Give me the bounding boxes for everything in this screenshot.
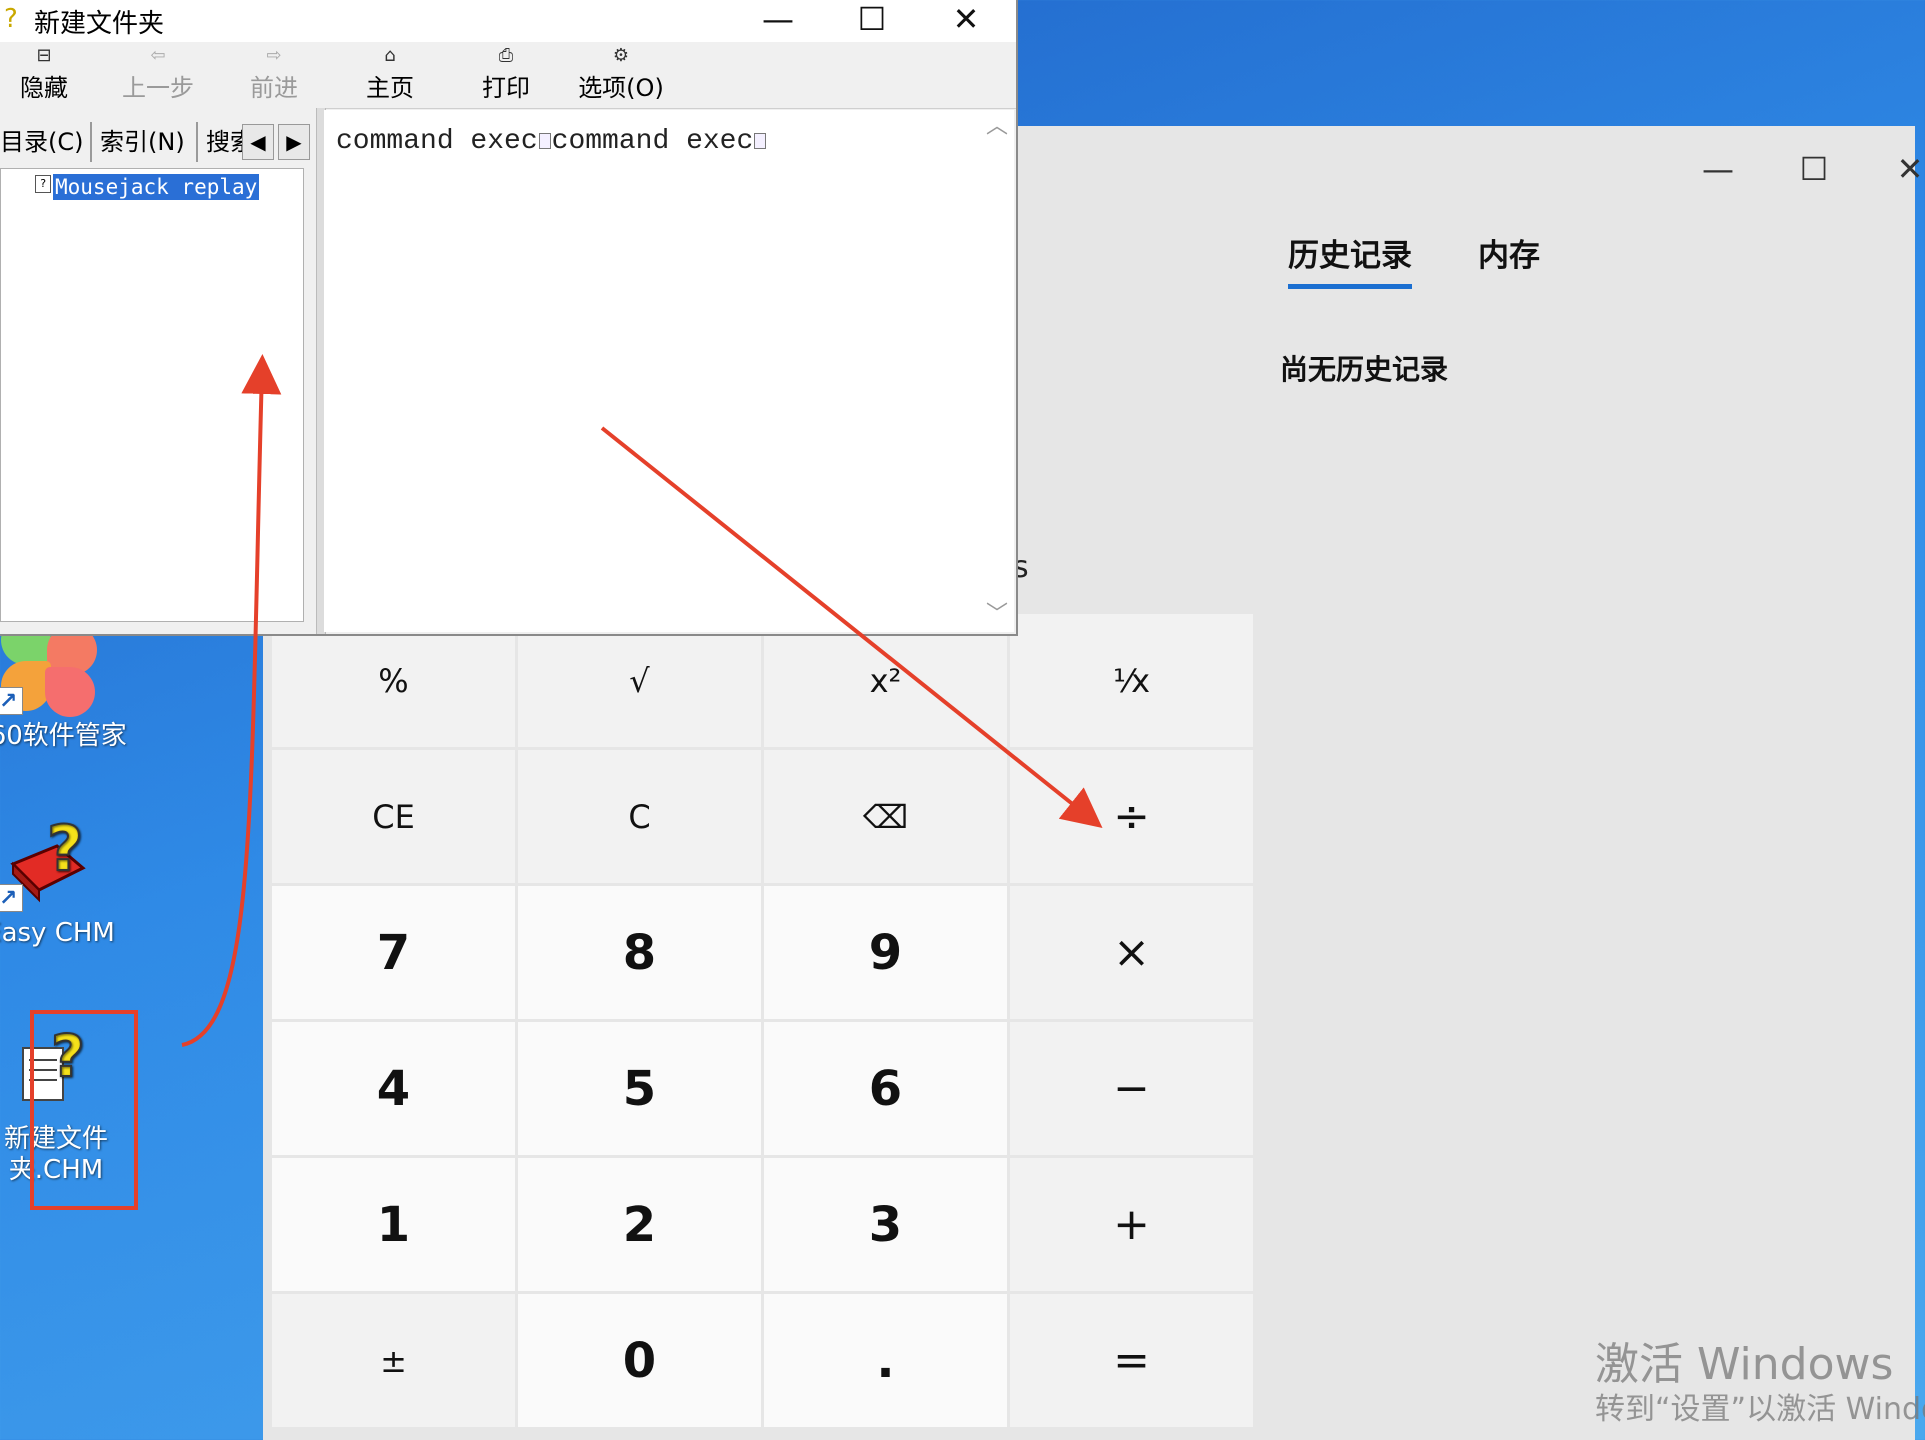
tab-index[interactable]: 索引(N) bbox=[100, 122, 185, 162]
activation-watermark-subtitle: 转到“设置”以激活 Windows bbox=[1595, 1392, 1925, 1427]
tab-history[interactable]: 历史记录 bbox=[1288, 230, 1412, 289]
key-equals-button[interactable]: = bbox=[1010, 1294, 1253, 1427]
vertical-scrollbar[interactable]: ︿ ﹀ bbox=[980, 110, 1014, 632]
scroll-down-icon[interactable]: ﹀ bbox=[980, 598, 1014, 632]
forward-arrow-icon: ⇨ bbox=[266, 45, 282, 66]
key-subtract-button[interactable]: − bbox=[1010, 1022, 1253, 1155]
printer-icon: ⎙ bbox=[498, 45, 514, 66]
content-segment: command exec bbox=[551, 126, 754, 157]
tab-memory[interactable]: 内存 bbox=[1478, 230, 1540, 275]
help-viewer-window: ? 新建文件夹 — ☐ ✕ ⊟ 隐藏 ⇦ 上一步 ⇨ 前进 ⌂ 主页 ⎙ 打印 … bbox=[0, 0, 1018, 636]
back-arrow-icon: ⇦ bbox=[150, 45, 166, 66]
annotation-highlight-box bbox=[30, 1010, 138, 1210]
embedded-object-icon[interactable] bbox=[754, 132, 767, 149]
key-digit-4-button[interactable]: 4 bbox=[272, 1022, 515, 1155]
desktop-icon-label: 360软件管家 bbox=[0, 721, 127, 751]
options-button[interactable]: ⚙ 选项(O) bbox=[576, 46, 666, 103]
key-digit-5-button[interactable]: 5 bbox=[518, 1022, 761, 1155]
key-divide-button[interactable]: ÷ bbox=[1010, 750, 1253, 883]
key-digit-2-button[interactable]: 2 bbox=[518, 1158, 761, 1291]
hide-button[interactable]: ⊟ 隐藏 bbox=[14, 46, 74, 103]
key-digit-0-button[interactable]: 0 bbox=[518, 1294, 761, 1427]
desktop-icon-label: Easy CHM bbox=[0, 918, 115, 948]
hide-pane-icon: ⊟ bbox=[36, 45, 52, 66]
tab-search[interactable]: 搜索 bbox=[206, 122, 242, 162]
navigation-pane: 目录(C) 索引(N) 搜索 ◀ ▶ ?Mousejack replay bbox=[0, 108, 316, 634]
key-multiply-button[interactable]: × bbox=[1010, 886, 1253, 1019]
options-icon: ⚙ bbox=[612, 45, 630, 66]
key-add-button[interactable]: + bbox=[1010, 1158, 1253, 1291]
help-book-icon: ? bbox=[0, 811, 105, 914]
key-clear-entry-button[interactable]: CE bbox=[272, 750, 515, 883]
tab-scroll-right-icon[interactable]: ▶ bbox=[278, 124, 310, 160]
help-titlebar: ? 新建文件夹 — ☐ ✕ bbox=[0, 0, 1016, 42]
help-maximize-button[interactable]: ☐ bbox=[832, 0, 912, 42]
shortcut-arrow-icon bbox=[0, 883, 23, 914]
topic-content-pane: command exec command exec ︿ ﹀ bbox=[324, 110, 1014, 632]
desktop-icon-easy-chm[interactable]: ? Easy CHM bbox=[0, 811, 130, 949]
tab-divider bbox=[196, 122, 198, 162]
calculator-keypad: % √ x² ¹⁄x CE C ⌫ ÷ 7 8 9 × 4 5 6−1 2 3 + ±0. = bbox=[272, 614, 1254, 1427]
tab-scroll-left-icon[interactable]: ◀ bbox=[242, 124, 274, 160]
tab-divider bbox=[90, 122, 92, 162]
contents-tree: ? Mousejack replay bbox=[0, 168, 304, 622]
print-button[interactable]: ⎙ 打印 bbox=[478, 46, 534, 103]
key-digit-8-button[interactable]: 8 bbox=[518, 886, 761, 1019]
forward-button[interactable]: ⇨ 前进 bbox=[246, 46, 302, 103]
tree-item-mousejack-replay[interactable]: ? Mousejack replay bbox=[35, 174, 260, 200]
key-digit-3-button[interactable]: 3 bbox=[764, 1158, 1007, 1291]
back-button[interactable]: ⇦ 上一步 bbox=[118, 46, 198, 103]
key-reciprocal-button[interactable]: ¹⁄x bbox=[1010, 614, 1253, 747]
history-empty-message: 尚无历史记录 bbox=[1280, 353, 1449, 386]
key-clear-button[interactable]: C bbox=[518, 750, 761, 883]
scroll-up-icon[interactable]: ︿ bbox=[980, 110, 1014, 144]
help-toolbar: ⊟ 隐藏 ⇦ 上一步 ⇨ 前进 ⌂ 主页 ⎙ 打印 ⚙ 选项(O) bbox=[0, 42, 1016, 109]
help-minimize-button[interactable]: — bbox=[738, 0, 818, 42]
svg-text:?: ? bbox=[47, 812, 83, 885]
key-backspace-button[interactable]: ⌫ bbox=[764, 750, 1007, 883]
topic-text: command exec command exec bbox=[336, 126, 767, 157]
key-digit-1-button[interactable]: 1 bbox=[272, 1158, 515, 1291]
help-close-button[interactable]: ✕ bbox=[926, 0, 1006, 42]
key-digit-9-button[interactable]: 9 bbox=[764, 886, 1007, 1019]
window-title: 新建文件夹 bbox=[34, 9, 165, 39]
calculator-close-button[interactable]: ✕ bbox=[1865, 144, 1925, 194]
activation-watermark-title: 激活 Windows bbox=[1595, 1339, 1894, 1390]
embedded-object-icon[interactable] bbox=[538, 132, 551, 149]
key-digit-7-button[interactable]: 7 bbox=[272, 886, 515, 1019]
key-digit-6-button[interactable]: 6 bbox=[764, 1022, 1007, 1155]
calculator-maximize-button[interactable]: ☐ bbox=[1769, 144, 1859, 194]
calculator-minimize-button[interactable]: — bbox=[1673, 144, 1763, 194]
content-segment: command exec bbox=[336, 126, 538, 157]
tab-contents[interactable]: 目录(C) bbox=[0, 122, 83, 162]
help-app-icon: ? bbox=[4, 4, 18, 34]
tree-item-label: Mousejack replay bbox=[53, 174, 260, 200]
shortcut-arrow-icon bbox=[0, 686, 23, 717]
home-icon: ⌂ bbox=[384, 45, 396, 66]
key-decimal-button[interactable]: . bbox=[764, 1294, 1007, 1427]
home-button[interactable]: ⌂ 主页 bbox=[362, 46, 418, 103]
topic-page-icon: ? bbox=[35, 175, 51, 193]
key-negate-button[interactable]: ± bbox=[272, 1294, 515, 1427]
